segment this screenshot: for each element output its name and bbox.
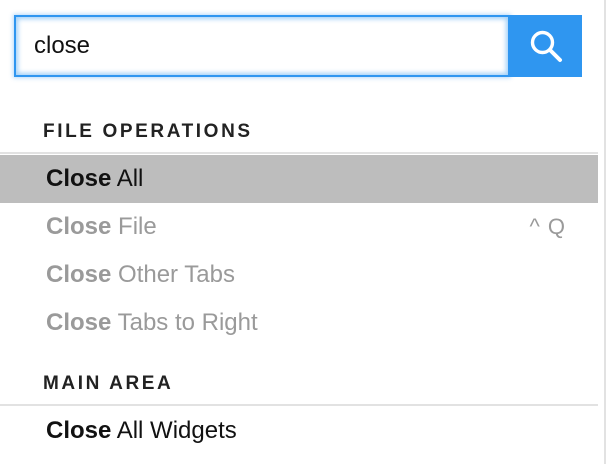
- command-label: Close File: [46, 213, 157, 240]
- command-shortcut: ^ Q: [529, 214, 566, 239]
- command-label: Close All: [46, 165, 144, 192]
- search-button[interactable]: [510, 15, 582, 77]
- search-row: [14, 15, 582, 77]
- command-palette: FILE OPERATIONS Close All Close File ^ Q…: [0, 0, 606, 464]
- section-header-file-operations: FILE OPERATIONS: [0, 113, 598, 154]
- command-close-other-tabs[interactable]: Close Other Tabs: [0, 251, 598, 299]
- search-input[interactable]: [14, 15, 510, 77]
- command-close-all-widgets[interactable]: Close All Widgets: [0, 407, 598, 455]
- section-header-main-area: MAIN AREA: [0, 365, 598, 406]
- command-label: Close Tabs to Right: [46, 309, 258, 336]
- search-icon: [530, 30, 562, 62]
- command-close-file[interactable]: Close File ^ Q: [0, 203, 598, 251]
- command-close-tabs-to-right[interactable]: Close Tabs to Right: [0, 299, 598, 347]
- command-close-all[interactable]: Close All: [0, 155, 598, 203]
- command-label: Close All Widgets: [46, 417, 237, 444]
- command-label: Close Other Tabs: [46, 261, 235, 288]
